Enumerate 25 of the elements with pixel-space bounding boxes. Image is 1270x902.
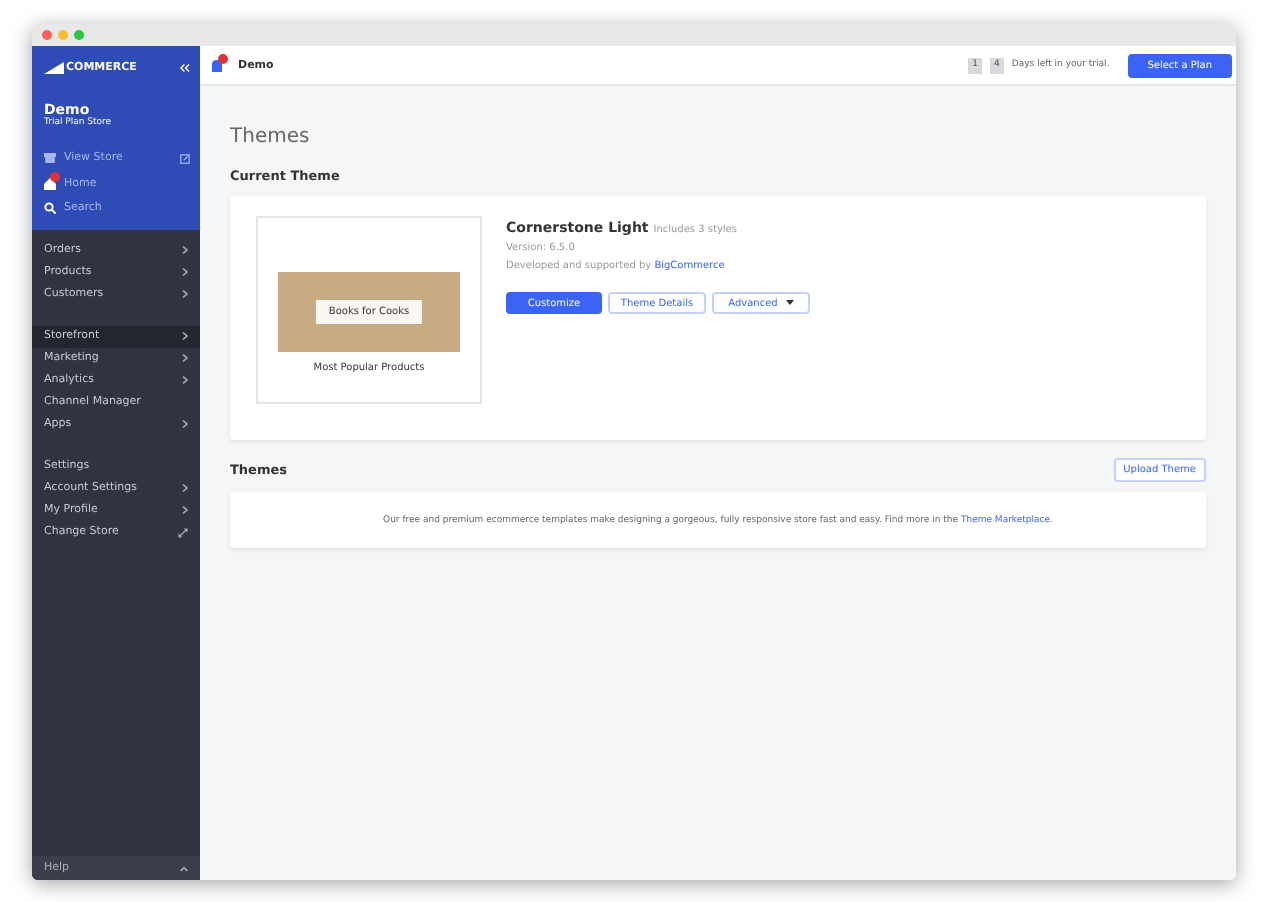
- swap-icon: [178, 527, 188, 537]
- chevron-right-icon: [182, 332, 188, 340]
- chevron-right-icon: [182, 376, 188, 384]
- home-icon: [44, 177, 56, 190]
- notification-badge: [50, 171, 60, 181]
- external-link-icon: [180, 153, 190, 164]
- chevron-right-icon: [182, 420, 188, 428]
- store-icon: [44, 152, 56, 165]
- chevron-right-icon: [182, 290, 188, 298]
- notification-icon: [210, 57, 224, 73]
- close-dot: [42, 30, 52, 40]
- chevron-right-icon: [182, 268, 188, 276]
- notification-badge: [218, 53, 228, 63]
- maximize-dot: [74, 30, 84, 40]
- chevron-up-icon: [180, 865, 188, 871]
- collapse-icon: [180, 64, 190, 72]
- chevron-right-icon: [182, 484, 188, 492]
- caret-icon: [785, 300, 794, 306]
- search-icon: [44, 202, 56, 215]
- page-title: Themes: [230, 126, 312, 148]
- logo-icon: [44, 62, 64, 74]
- minimize-dot: [58, 30, 68, 40]
- chevron-right-icon: [182, 506, 188, 514]
- chevron-right-icon: [182, 354, 188, 362]
- chevron-right-icon: [182, 246, 188, 254]
